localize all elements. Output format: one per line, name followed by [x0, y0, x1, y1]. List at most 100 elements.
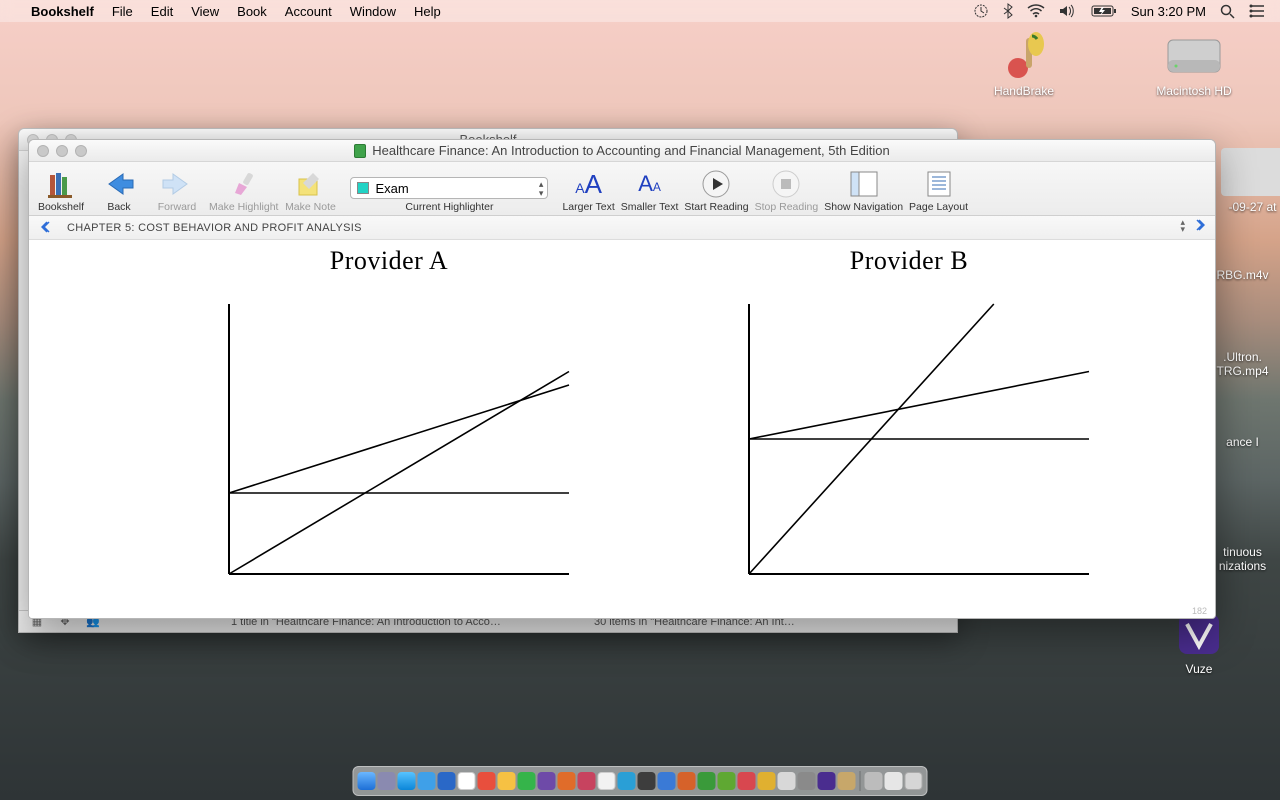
menu-file[interactable]: File	[103, 4, 142, 19]
stop-reading-button[interactable]: Stop Reading	[755, 167, 819, 213]
menubar-right: Sun 3:20 PM	[966, 3, 1272, 19]
desktop-icon-handbrake[interactable]: HandBrake	[980, 32, 1068, 98]
dock-app[interactable]	[838, 772, 856, 790]
chapter-selector-icon[interactable]: ▴▾	[1180, 219, 1185, 233]
highlighter-swatch	[357, 182, 369, 194]
dock-app[interactable]	[758, 772, 776, 790]
dock-app[interactable]	[718, 772, 736, 790]
dock-itunes[interactable]	[578, 772, 596, 790]
menu-edit[interactable]: Edit	[142, 4, 182, 19]
dock-finder[interactable]	[358, 772, 376, 790]
note-icon	[295, 167, 325, 201]
desktop-icon-rgb[interactable]: RBG.m4v	[1205, 268, 1280, 282]
minimize-button[interactable]	[56, 145, 68, 157]
dock-appstore[interactable]	[438, 772, 456, 790]
reader-window-title: Healthcare Finance: An Introduction to A…	[29, 143, 1215, 158]
dock-app[interactable]	[538, 772, 556, 790]
page-layout-button[interactable]: Page Layout	[909, 167, 968, 213]
desktop-icon-continuous[interactable]: tinuousnizations	[1205, 545, 1280, 574]
dock-powerpoint[interactable]	[678, 772, 696, 790]
chart-provider-b: Provider B	[709, 246, 1109, 594]
reader-titlebar[interactable]: Healthcare Finance: An Introduction to A…	[29, 140, 1215, 162]
make-highlight-button[interactable]: Make Highlight	[209, 167, 278, 213]
menubar: Bookshelf File Edit View Book Account Wi…	[0, 0, 1280, 22]
dock-app[interactable]	[558, 772, 576, 790]
desktop-icon-partial-date[interactable]: -09-27 at	[1215, 148, 1280, 214]
show-navigation-button[interactable]: Show Navigation	[824, 167, 903, 213]
highlighter-icon	[229, 167, 259, 201]
page-number: 182	[1192, 606, 1207, 616]
dock-app[interactable]	[778, 772, 796, 790]
dock-app[interactable]	[738, 772, 756, 790]
dock-messages[interactable]	[518, 772, 536, 790]
dock-app[interactable]	[378, 772, 396, 790]
dock-calendar[interactable]	[458, 772, 476, 790]
chevron-updown-icon: ▴▾	[539, 180, 544, 198]
reader-content[interactable]: Provider A Provider B 182	[29, 240, 1215, 618]
highlighter-select[interactable]: Exam ▴▾	[350, 177, 548, 199]
zoom-button[interactable]	[75, 145, 87, 157]
menubar-left: Bookshelf File Edit View Book Account Wi…	[8, 4, 450, 19]
dock-separator	[860, 771, 861, 791]
page-layout-icon	[924, 167, 954, 201]
dock-excel[interactable]	[698, 772, 716, 790]
volume-icon[interactable]	[1052, 4, 1084, 18]
close-button[interactable]	[37, 145, 49, 157]
dock-app[interactable]	[618, 772, 636, 790]
desktop-icon-label: Macintosh HD	[1150, 84, 1238, 98]
dock-app[interactable]	[638, 772, 656, 790]
smaller-text-button[interactable]: AA Smaller Text	[621, 167, 679, 213]
notification-center-icon[interactable]	[1242, 4, 1272, 18]
next-chapter-button[interactable]	[1189, 218, 1209, 234]
desktop-icon-vuze[interactable]: Vuze	[1155, 610, 1243, 676]
toolbar-label: Back	[107, 201, 130, 213]
stop-icon	[771, 167, 801, 201]
menubar-app-name[interactable]: Bookshelf	[22, 4, 103, 19]
menu-window[interactable]: Window	[341, 4, 405, 19]
start-reading-button[interactable]: Start Reading	[684, 167, 748, 213]
dock-app[interactable]	[885, 772, 903, 790]
dock-settings[interactable]	[798, 772, 816, 790]
wifi-icon[interactable]	[1020, 4, 1052, 18]
desktop-icon-label: TRG.mp4	[1205, 364, 1280, 378]
dock-app[interactable]	[498, 772, 516, 790]
dock-app[interactable]	[598, 772, 616, 790]
forward-button[interactable]: Forward	[151, 167, 203, 213]
forward-arrow-icon	[161, 167, 193, 201]
menu-account[interactable]: Account	[276, 4, 341, 19]
desktop-icon-finance[interactable]: ance I	[1205, 435, 1280, 449]
toolbar-label: Forward	[158, 201, 197, 213]
desktop-icon-label: ance I	[1205, 435, 1280, 449]
highlighter-label: Current Highlighter	[405, 201, 493, 213]
timemachine-icon[interactable]	[966, 3, 996, 19]
back-button[interactable]: Back	[93, 167, 145, 213]
desktop-icon-macintosh-hd[interactable]: Macintosh HD	[1150, 32, 1238, 98]
dock-word[interactable]	[658, 772, 676, 790]
smaller-text-icon: AA	[638, 167, 661, 201]
dock-mail[interactable]	[418, 772, 436, 790]
chart-title: Provider A	[189, 246, 589, 276]
toolbar-label: Show Navigation	[824, 201, 903, 213]
dock-safari[interactable]	[398, 772, 416, 790]
desktop-icon-ultron[interactable]: .Ultron.TRG.mp4	[1205, 350, 1280, 379]
chart-plot	[189, 284, 589, 594]
desktop-icon-label: HandBrake	[980, 84, 1068, 98]
make-note-button[interactable]: Make Note	[284, 167, 336, 213]
larger-text-icon: AA	[575, 167, 602, 201]
menu-book[interactable]: Book	[228, 4, 276, 19]
larger-text-button[interactable]: AA Larger Text	[562, 167, 614, 213]
dock-app[interactable]	[478, 772, 496, 790]
battery-icon[interactable]	[1084, 4, 1124, 18]
dock-app[interactable]	[865, 772, 883, 790]
prev-chapter-button[interactable]	[37, 220, 57, 236]
menu-help[interactable]: Help	[405, 4, 450, 19]
reader-window: Healthcare Finance: An Introduction to A…	[28, 139, 1216, 619]
spotlight-icon[interactable]	[1213, 4, 1242, 19]
bluetooth-icon[interactable]	[996, 3, 1020, 19]
dock-vuze[interactable]	[818, 772, 836, 790]
menu-view[interactable]: View	[182, 4, 228, 19]
clock[interactable]: Sun 3:20 PM	[1124, 4, 1213, 19]
bookshelf-button[interactable]: Bookshelf	[35, 167, 87, 213]
harddrive-icon	[1162, 32, 1226, 80]
dock-trash[interactable]	[905, 772, 923, 790]
